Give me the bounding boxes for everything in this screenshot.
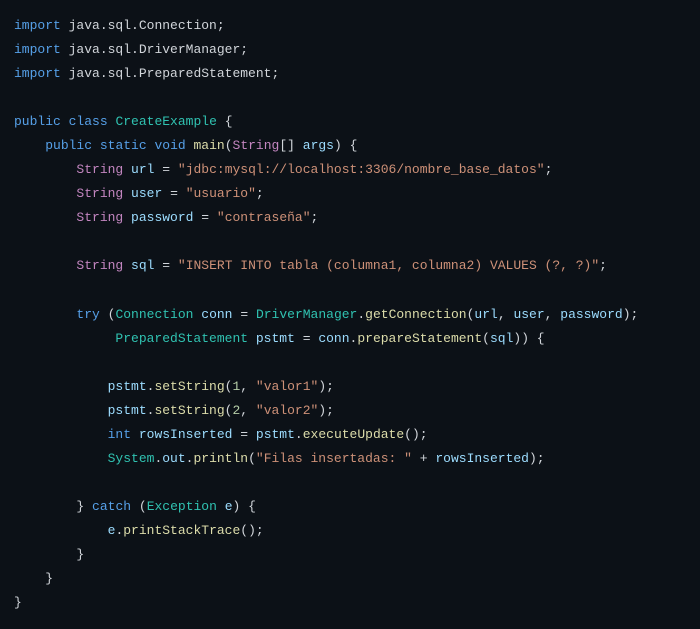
type-string: String [233,138,280,153]
kw-class: class [69,114,108,129]
kw-catch: catch [92,499,131,514]
cls-system: System [108,451,155,466]
str-valor2: "valor2" [256,403,318,418]
kw-public: public [14,114,61,129]
var-rows: rowsInserted [139,427,233,442]
pkg-path: java.sql.DriverManager [69,42,241,57]
type-string: String [76,210,123,225]
kw-import: import [14,18,61,33]
m-executeupdate: executeUpdate [303,427,404,442]
var-password: password [131,210,193,225]
m-println: println [193,451,248,466]
code-block: import java.sql.Connection; import java.… [14,14,686,615]
pkg-path: java.sql.Connection [69,18,217,33]
pkg-path: java.sql.PreparedStatement [69,66,272,81]
type-string: String [76,162,123,177]
type-string: String [76,258,123,273]
m-getconnection: getConnection [365,307,466,322]
kw-try: try [76,307,99,322]
kw-static: static [100,138,147,153]
var-args: args [303,138,334,153]
m-printstacktrace: printStackTrace [123,523,240,538]
var-e: e [225,499,233,514]
cls-connection: Connection [115,307,193,322]
str-user: "usuario" [186,186,256,201]
str-filas: "Filas insertadas: " [256,451,412,466]
kw-public: public [45,138,92,153]
cls-drivermanager: DriverManager [256,307,357,322]
kw-int: int [108,427,131,442]
m-setstring: setString [154,403,224,418]
method-main: main [194,138,225,153]
var-conn: conn [201,307,232,322]
str-url: "jdbc:mysql://localhost:3306/nombre_base… [178,162,545,177]
type-string: String [76,186,123,201]
var-url: url [131,162,154,177]
var-pstmt: pstmt [256,331,295,346]
class-name: CreateExample [115,114,216,129]
kw-import: import [14,66,61,81]
str-password: "contraseña" [217,210,311,225]
cls-preparedstatement: PreparedStatement [115,331,248,346]
str-valor1: "valor1" [256,379,318,394]
var-user: user [131,186,162,201]
kw-import: import [14,42,61,57]
cls-exception: Exception [147,499,217,514]
m-setstring: setString [154,379,224,394]
fld-out: out [162,451,185,466]
str-sql: "INSERT INTO tabla (columna1, columna2) … [178,258,599,273]
m-preparestatement: prepareStatement [357,331,482,346]
var-sql: sql [131,258,154,273]
kw-void: void [154,138,185,153]
